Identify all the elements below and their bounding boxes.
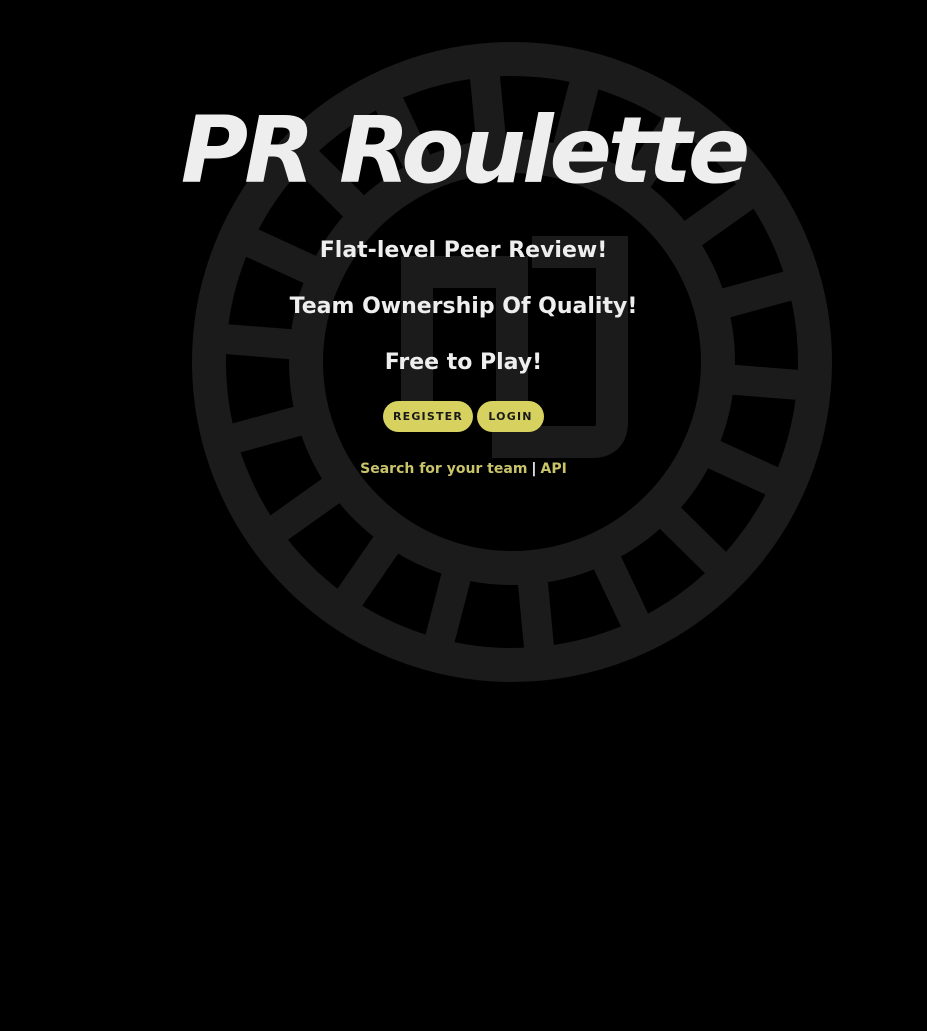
tagline-free-to-play: Free to Play! [384,350,543,375]
wheel-spoke [648,495,739,586]
api-link[interactable]: API [541,461,567,477]
wheel-spoke [516,565,556,666]
auth-buttons: REGISTER LOGIN [0,401,927,432]
tagline-team-ownership: Team Ownership Of Quality! [289,294,638,319]
footer-links: Search for your team | API [0,459,927,479]
wheel-spoke [716,363,816,402]
link-separator: | [531,461,537,477]
wheel-spoke [256,469,353,550]
wheel-spoke [208,322,308,361]
wheel-spoke [327,523,408,621]
tagline-peer-review: Flat-level Peer Review! [319,238,608,263]
wheel-spoke [586,541,656,643]
login-button[interactable]: LOGIN [477,401,544,432]
search-team-link[interactable]: Search for your team [360,461,527,477]
landing-page: PR Roulette Flat-level Peer Review! Team… [0,0,927,1031]
wheel-spoke [421,557,475,659]
register-button[interactable]: REGISTER [383,401,473,432]
page-title: PR Roulette [180,97,751,204]
